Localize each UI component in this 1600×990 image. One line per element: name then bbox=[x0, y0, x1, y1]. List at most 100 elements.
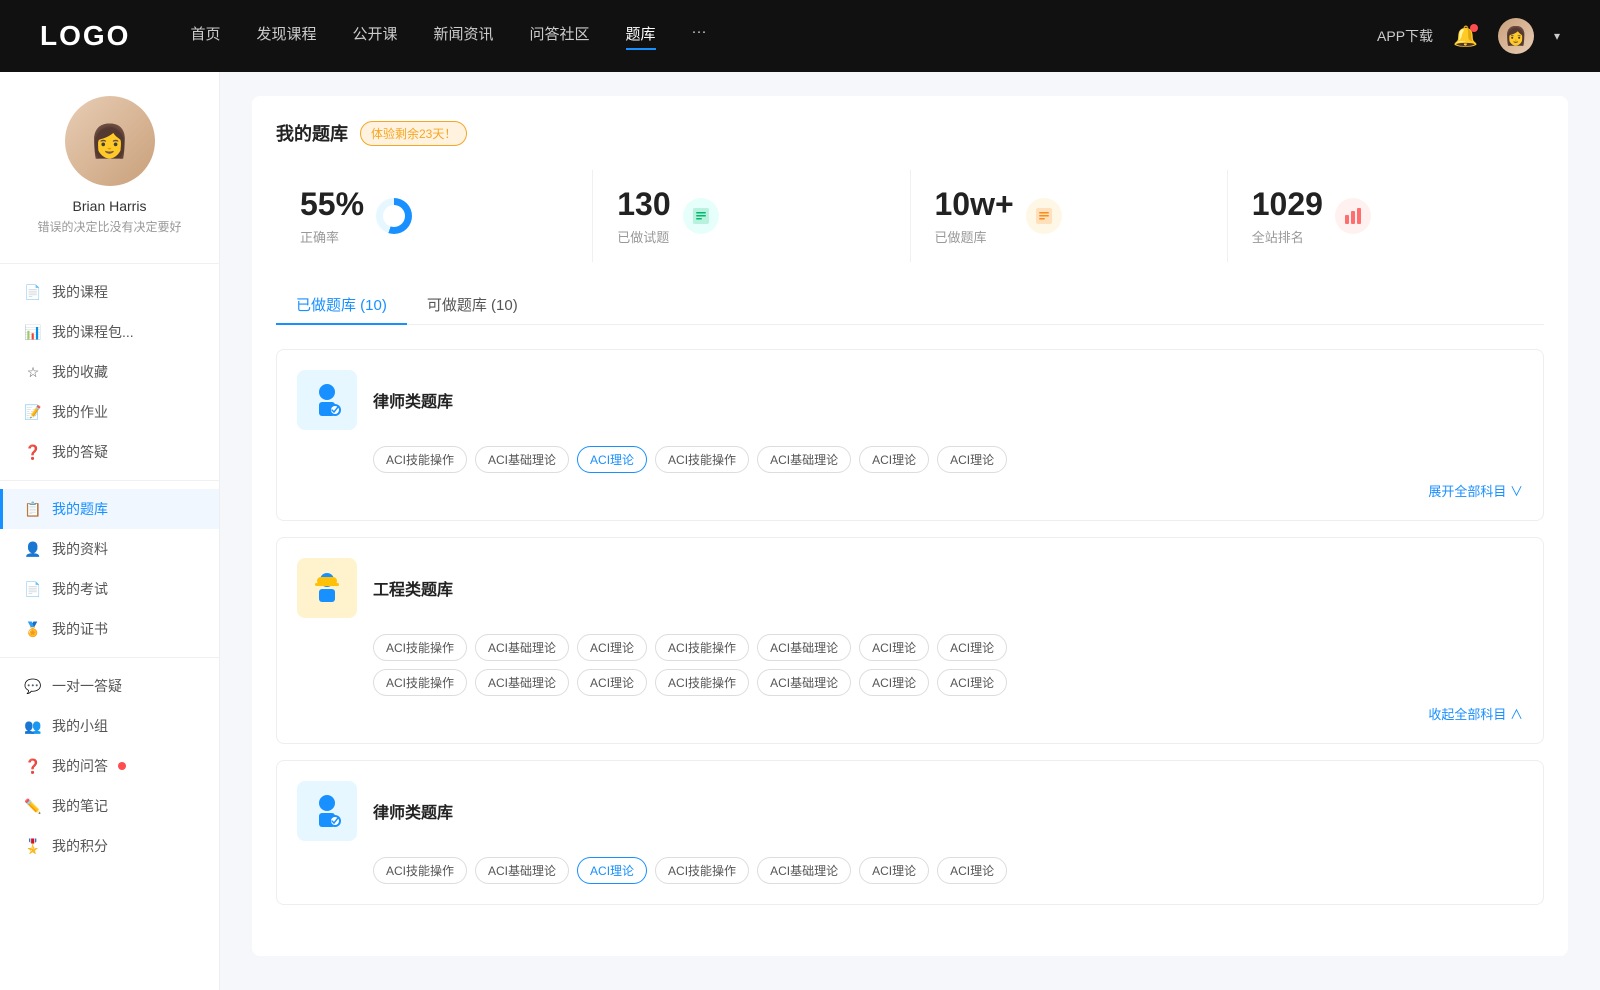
sidebar-item-my-homework[interactable]: 📝 我的作业 bbox=[0, 392, 219, 432]
tab-done[interactable]: 已做题库 (10) bbox=[276, 286, 407, 325]
stat-done-questions-label: 已做试题 bbox=[617, 227, 670, 246]
bank-card-header-lawyer-2: 律师类题库 bbox=[297, 781, 1523, 841]
bank-tag[interactable]: ACI理论 bbox=[859, 446, 929, 473]
nav-more[interactable]: ··· bbox=[692, 23, 707, 50]
bank-tag[interactable]: ACI基础理论 bbox=[757, 857, 851, 884]
bank-tag[interactable]: ACI理论 bbox=[577, 634, 647, 661]
nav-bank[interactable]: 题库 bbox=[626, 23, 656, 50]
sidebar-divider-2 bbox=[0, 480, 219, 481]
group-icon: 👥 bbox=[24, 718, 42, 735]
bank-expand-lawyer-1[interactable]: 展开全部科目 ∨ bbox=[297, 481, 1523, 500]
stat-done-banks-value: 10w+ bbox=[935, 186, 1014, 223]
user-motto: 错误的决定比没有决定要好 bbox=[27, 218, 191, 235]
sidebar-item-my-package[interactable]: 📊 我的课程包... bbox=[0, 312, 219, 352]
sidebar-label-my-questions: 我的答疑 bbox=[52, 442, 108, 462]
user-avatar[interactable]: 👩 bbox=[1498, 18, 1534, 54]
sidebar-label-my-exam: 我的考试 bbox=[52, 579, 108, 599]
sidebar-label-my-points: 我的积分 bbox=[52, 836, 108, 856]
sidebar-profile: 👩 Brian Harris 错误的决定比没有决定要好 bbox=[0, 96, 219, 255]
bank-tag[interactable]: ACI技能操作 bbox=[373, 446, 467, 473]
done-questions-icon bbox=[683, 198, 719, 234]
bank-tag[interactable]: ACI理论 bbox=[937, 634, 1007, 661]
stat-done-banks-text: 10w+ 已做题库 bbox=[935, 186, 1014, 246]
bank-tag[interactable]: ACI基础理论 bbox=[757, 669, 851, 696]
sidebar-item-my-exam[interactable]: 📄 我的考试 bbox=[0, 569, 219, 609]
site-rank-icon bbox=[1335, 198, 1371, 234]
notification-bell[interactable]: 🔔 bbox=[1453, 24, 1478, 49]
bank-tag[interactable]: ACI理论 bbox=[577, 669, 647, 696]
nav-discover[interactable]: 发现课程 bbox=[256, 23, 316, 50]
sidebar: 👩 Brian Harris 错误的决定比没有决定要好 📄 我的课程 📊 我的课… bbox=[0, 72, 220, 990]
page-title-row: 我的题库 体验剩余23天！ bbox=[276, 120, 1544, 146]
bank-tag[interactable]: ACI基础理论 bbox=[757, 634, 851, 661]
app-download[interactable]: APP下载 bbox=[1377, 26, 1433, 46]
bank-tag[interactable]: ACI技能操作 bbox=[655, 446, 749, 473]
bank-tag[interactable]: ACI基础理论 bbox=[475, 669, 569, 696]
bank-card-header-engineer: 工程类题库 bbox=[297, 558, 1523, 618]
done-banks-icon bbox=[1026, 198, 1062, 234]
bank-tag[interactable]: ACI技能操作 bbox=[373, 669, 467, 696]
accuracy-chart bbox=[376, 198, 412, 234]
bank-tag[interactable]: ACI理论 bbox=[937, 857, 1007, 884]
nav-qa[interactable]: 问答社区 bbox=[530, 23, 590, 50]
bank-tags-lawyer-1: ACI技能操作 ACI基础理论 ACI理论 ACI技能操作 ACI基础理论 AC… bbox=[297, 446, 1523, 473]
sidebar-item-my-answers[interactable]: ❓ 我的问答 bbox=[0, 746, 219, 786]
certificate-icon: 🏅 bbox=[24, 621, 42, 638]
bank-tag[interactable]: ACI技能操作 bbox=[373, 634, 467, 661]
sidebar-item-my-bank[interactable]: 📋 我的题库 bbox=[0, 489, 219, 529]
sidebar-label-my-course: 我的课程 bbox=[52, 282, 108, 302]
sidebar-item-my-questions[interactable]: ❓ 我的答疑 bbox=[0, 432, 219, 472]
sidebar-label-my-answers: 我的问答 bbox=[52, 756, 108, 776]
content-inner: 我的题库 体验剩余23天！ 55% 正确率 130 已做试题 bbox=[252, 96, 1568, 956]
bank-expand-engineer[interactable]: 收起全部科目 ∧ bbox=[297, 704, 1523, 723]
bank-tag[interactable]: ACI技能操作 bbox=[373, 857, 467, 884]
bank-tag[interactable]: ACI理论 bbox=[859, 857, 929, 884]
nav-open-course[interactable]: 公开课 bbox=[352, 23, 397, 50]
bank-tag[interactable]: ACI基础理论 bbox=[757, 446, 851, 473]
package-icon: 📊 bbox=[24, 324, 42, 341]
bank-tag[interactable]: ACI基础理论 bbox=[475, 634, 569, 661]
sidebar-item-my-points[interactable]: 🎖️ 我的积分 bbox=[0, 826, 219, 866]
main-layout: 👩 Brian Harris 错误的决定比没有决定要好 📄 我的课程 📊 我的课… bbox=[0, 0, 1600, 990]
sidebar-label-my-group: 我的小组 bbox=[52, 716, 108, 736]
nav-home[interactable]: 首页 bbox=[190, 23, 220, 50]
bank-tag[interactable]: ACI基础理论 bbox=[475, 857, 569, 884]
sidebar-item-my-notes[interactable]: ✏️ 我的笔记 bbox=[0, 786, 219, 826]
exam-icon: 📄 bbox=[24, 581, 42, 598]
stat-done-questions-text: 130 已做试题 bbox=[617, 186, 670, 246]
sidebar-item-my-favorites[interactable]: ☆ 我的收藏 bbox=[0, 352, 219, 392]
sidebar-item-my-group[interactable]: 👥 我的小组 bbox=[0, 706, 219, 746]
points-icon: 🎖️ bbox=[24, 838, 42, 855]
stat-done-questions-value: 130 bbox=[617, 186, 670, 223]
avatar-image: 👩 bbox=[65, 96, 155, 186]
stat-done-banks-label: 已做题库 bbox=[935, 227, 1014, 246]
sidebar-item-one-on-one[interactable]: 💬 一对一答疑 bbox=[0, 666, 219, 706]
bank-tag-active[interactable]: ACI理论 bbox=[577, 857, 647, 884]
bank-tags-lawyer-2: ACI技能操作 ACI基础理论 ACI理论 ACI技能操作 ACI基础理论 AC… bbox=[297, 857, 1523, 884]
bank-tag[interactable]: ACI技能操作 bbox=[655, 634, 749, 661]
tab-available[interactable]: 可做题库 (10) bbox=[407, 286, 538, 325]
trial-badge: 体验剩余23天！ bbox=[360, 121, 467, 146]
nav-news[interactable]: 新闻资讯 bbox=[434, 23, 494, 50]
bank-tag[interactable]: ACI技能操作 bbox=[655, 669, 749, 696]
sidebar-item-my-profile[interactable]: 👤 我的资料 bbox=[0, 529, 219, 569]
bank-tag[interactable]: ACI基础理论 bbox=[475, 446, 569, 473]
course-icon: 📄 bbox=[24, 284, 42, 301]
bank-tag[interactable]: ACI理论 bbox=[937, 446, 1007, 473]
sidebar-item-my-course[interactable]: 📄 我的课程 bbox=[0, 272, 219, 312]
top-navigation: LOGO 首页 发现课程 公开课 新闻资讯 问答社区 题库 ··· APP下载 … bbox=[0, 0, 1600, 72]
stat-accuracy-label: 正确率 bbox=[300, 227, 364, 246]
bank-tag[interactable]: ACI理论 bbox=[859, 669, 929, 696]
questions-icon: ❓ bbox=[24, 444, 42, 461]
favorites-icon: ☆ bbox=[24, 364, 42, 381]
nav-links: 首页 发现课程 公开课 新闻资讯 问答社区 题库 ··· bbox=[190, 23, 1377, 50]
sidebar-item-my-certificate[interactable]: 🏅 我的证书 bbox=[0, 609, 219, 649]
bank-tag-active[interactable]: ACI理论 bbox=[577, 446, 647, 473]
sidebar-divider-3 bbox=[0, 657, 219, 658]
stats-row: 55% 正确率 130 已做试题 10w+ bbox=[276, 170, 1544, 262]
bank-tag[interactable]: ACI理论 bbox=[937, 669, 1007, 696]
bank-tag[interactable]: ACI技能操作 bbox=[655, 857, 749, 884]
user-menu-caret[interactable]: ▾ bbox=[1554, 29, 1560, 43]
sidebar-label-my-bank: 我的题库 bbox=[52, 499, 108, 519]
bank-tag[interactable]: ACI理论 bbox=[859, 634, 929, 661]
